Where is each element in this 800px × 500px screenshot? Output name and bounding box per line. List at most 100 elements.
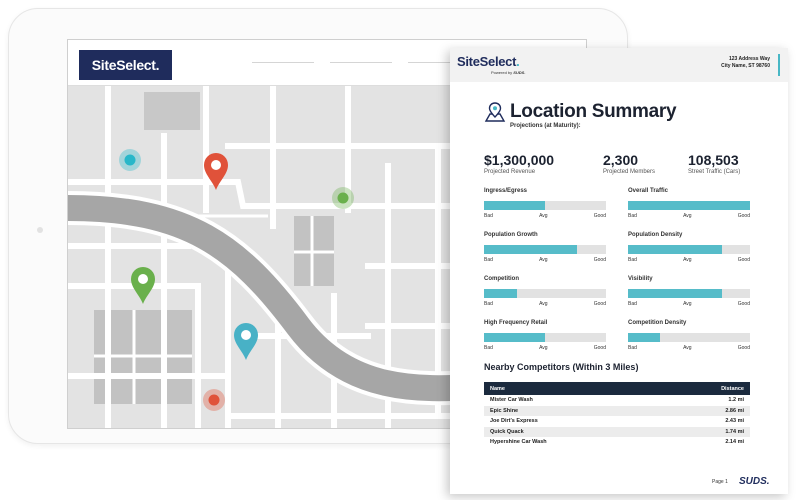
competitor-distance: 2.14 mi: [725, 439, 744, 446]
rating-label: Population Density: [628, 232, 683, 238]
scale-good: Good: [593, 301, 606, 307]
rating-track: [628, 245, 750, 254]
rating-scale: Bad Avg Good: [484, 301, 606, 307]
table-row: Quick Quack 1.74 mi: [484, 426, 750, 437]
scale-avg: Avg: [539, 345, 548, 351]
powered-by: Powered by SUDS.: [491, 70, 525, 75]
rating-fill: [628, 333, 660, 342]
app-logo[interactable]: SiteSelect.: [79, 50, 172, 80]
competitor-name: Hypershine Car Wash: [490, 439, 547, 446]
table-row: Hypershine Car Wash 2.14 mi: [484, 437, 750, 448]
stage: SiteSelect. SiteSelect. Powered by SUDS.…: [0, 0, 800, 500]
rating-scale: Bad Avg Good: [484, 213, 606, 219]
address-line2: City Name, ST 98760: [721, 63, 770, 69]
header-placeholder-line: [330, 62, 392, 63]
competitor-distance: 2.43 mi: [725, 418, 744, 425]
location-summary-report: SiteSelect. Powered by SUDS. 123 Address…: [450, 48, 788, 494]
scale-bad: Bad: [484, 345, 493, 351]
rating-label: Overall Traffic: [628, 188, 669, 194]
competitor-name: Epic Shine: [484, 405, 661, 416]
scale-bad: Bad: [484, 213, 493, 219]
metric-label: Projected Members: [603, 169, 656, 175]
rating-ingress-egress: Ingress/Egress Bad Avg Good: [484, 188, 606, 219]
header-accent-bar: [778, 54, 780, 76]
report-address: 123 Address Way City Name, ST 98760: [721, 56, 770, 70]
rating-fill: [484, 201, 545, 210]
competitor-name: Mister Car Wash: [490, 397, 533, 404]
marker-red-dot-icon[interactable]: [203, 389, 225, 411]
powered-by-prefix: Powered by: [491, 70, 514, 75]
rating-label: High Frequency Retail: [484, 320, 548, 326]
scale-good: Good: [737, 257, 750, 263]
scale-good: Good: [737, 213, 750, 219]
scale-avg: Avg: [539, 213, 548, 219]
scale-bad: Bad: [628, 257, 637, 263]
marker-green-dot-icon[interactable]: [332, 187, 354, 209]
scale-avg: Avg: [683, 213, 692, 219]
table-row: Epic Shine 2.86 mi: [484, 405, 750, 416]
scale-avg: Avg: [539, 301, 548, 307]
rating-track: [628, 333, 750, 342]
rating-competition: Competition Bad Avg Good: [484, 276, 606, 307]
metric-projected-members: 2,300 Projected Members: [603, 152, 655, 175]
scale-bad: Bad: [628, 213, 637, 219]
metric-value: 108,503: [688, 152, 739, 168]
scale-avg: Avg: [683, 257, 692, 263]
scale-bad: Bad: [484, 301, 493, 307]
page-number: Page 1: [712, 479, 728, 485]
rating-track: [484, 289, 606, 298]
rating-track: [484, 333, 606, 342]
rating-overall-traffic: Overall Traffic Bad Avg Good: [628, 188, 750, 219]
column-header-name: Name: [484, 382, 661, 395]
rating-label: Competition: [484, 276, 519, 282]
scale-good: Good: [737, 345, 750, 351]
competitor-name: Joe Dirt's Express: [490, 418, 538, 425]
metric-value: 2,300: [603, 152, 639, 168]
rating-population-growth: Population Growth Bad Avg Good: [484, 232, 606, 263]
rating-fill: [628, 201, 750, 210]
rating-track: [628, 289, 750, 298]
report-brand: SiteSelect.: [457, 54, 520, 69]
rating-scale: Bad Avg Good: [628, 257, 750, 263]
rating-scale: Bad Avg Good: [628, 213, 750, 219]
rating-label: Ingress/Egress: [484, 188, 528, 194]
powered-by-brand: SUDS.: [513, 70, 526, 75]
header-placeholder-line: [252, 62, 314, 63]
rating-fill: [484, 245, 577, 254]
rating-label: Visibility: [628, 276, 653, 282]
table-row: Joe Dirt's Express 2.43 mi: [484, 416, 750, 427]
scale-good: Good: [737, 301, 750, 307]
marker-teal-dot-icon[interactable]: [119, 149, 141, 171]
metric-label: Street Traffic (Cars): [688, 169, 741, 175]
scale-good: Good: [593, 345, 606, 351]
rating-scale: Bad Avg Good: [484, 257, 606, 263]
rating-scale: Bad Avg Good: [628, 301, 750, 307]
metric-projected-revenue: $1,300,000 Projected Revenue: [484, 152, 554, 175]
competitors-title: Nearby Competitors (Within 3 Miles): [484, 362, 639, 372]
table-header-row: Name Distance: [484, 382, 750, 395]
scale-bad: Bad: [484, 257, 493, 263]
report-title: Location Summary: [510, 101, 677, 122]
report-header: SiteSelect. Powered by SUDS. 123 Address…: [450, 48, 788, 82]
competitor-name: Quick Quack: [484, 426, 661, 437]
rating-fill: [628, 289, 722, 298]
metric-street-traffic: 108,503 Street Traffic (Cars): [688, 152, 740, 175]
suds-footer-logo: SUDS.: [739, 476, 770, 487]
rating-competition-density: Competition Density Bad Avg Good: [628, 320, 750, 351]
scale-bad: Bad: [628, 301, 637, 307]
rating-track: [484, 201, 606, 210]
rating-track: [628, 201, 750, 210]
metric-value: $1,300,000: [484, 152, 555, 168]
rating-label: Population Growth: [484, 232, 538, 238]
brand-dot: .: [516, 54, 520, 69]
brand-name: SiteSelect: [457, 54, 517, 69]
scale-avg: Avg: [539, 257, 548, 263]
rating-track: [484, 245, 606, 254]
address-line1: 123 Address Way: [728, 56, 770, 62]
competitor-distance: 1.74 mi: [660, 426, 750, 437]
rating-high-frequency-retail: High Frequency Retail Bad Avg Good: [484, 320, 606, 351]
rating-population-density: Population Density Bad Avg Good: [628, 232, 750, 263]
location-map-icon: [484, 102, 506, 122]
column-header-distance: Distance: [660, 382, 750, 395]
table-row: Mister Car Wash 1.2 mi: [484, 395, 750, 406]
